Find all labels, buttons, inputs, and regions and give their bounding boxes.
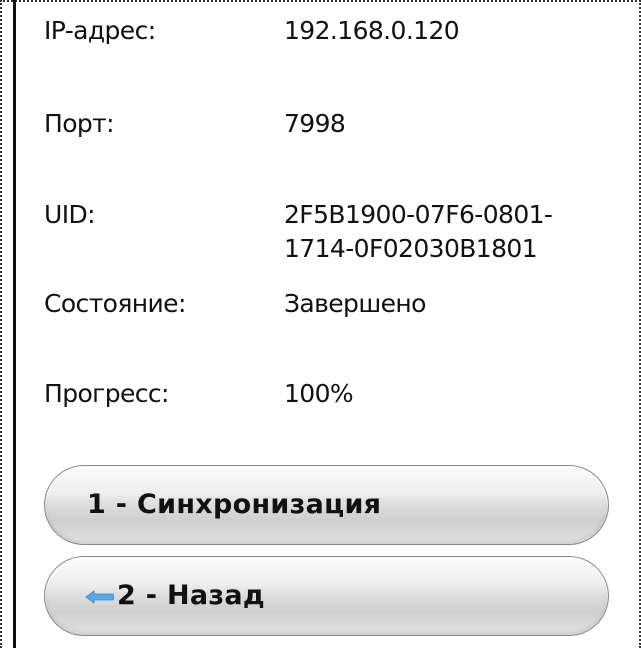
port-value: 7998 bbox=[284, 109, 346, 138]
frame-left-border bbox=[0, 0, 2, 648]
sync-button-label: 1 - Синхронизация bbox=[87, 489, 382, 520]
state-label: Состояние: bbox=[44, 289, 186, 318]
ip-value: 192.168.0.120 bbox=[284, 16, 460, 45]
port-label: Порт: bbox=[44, 109, 115, 138]
sync-button[interactable]: 1 - Синхронизация bbox=[44, 465, 609, 545]
progress-label: Прогресс: bbox=[44, 379, 169, 408]
uid-value: 2F5B1900-07F6-0801- 1714-0F02030B1801 bbox=[284, 200, 553, 263]
uid-label: UID: bbox=[44, 200, 96, 229]
frame-top-border bbox=[0, 0, 641, 2]
arrow-left-icon bbox=[85, 590, 115, 604]
back-button[interactable]: 2 - Назад bbox=[44, 556, 609, 636]
device-info-screen: IP-адрес: 192.168.0.120 Порт: 7998 UID: … bbox=[0, 0, 641, 648]
back-button-label: 2 - Назад bbox=[117, 580, 266, 611]
ip-label: IP-адрес: bbox=[44, 16, 156, 45]
progress-value: 100% bbox=[284, 379, 354, 408]
panel-edge bbox=[13, 0, 16, 648]
state-value: Завершено bbox=[284, 289, 426, 318]
